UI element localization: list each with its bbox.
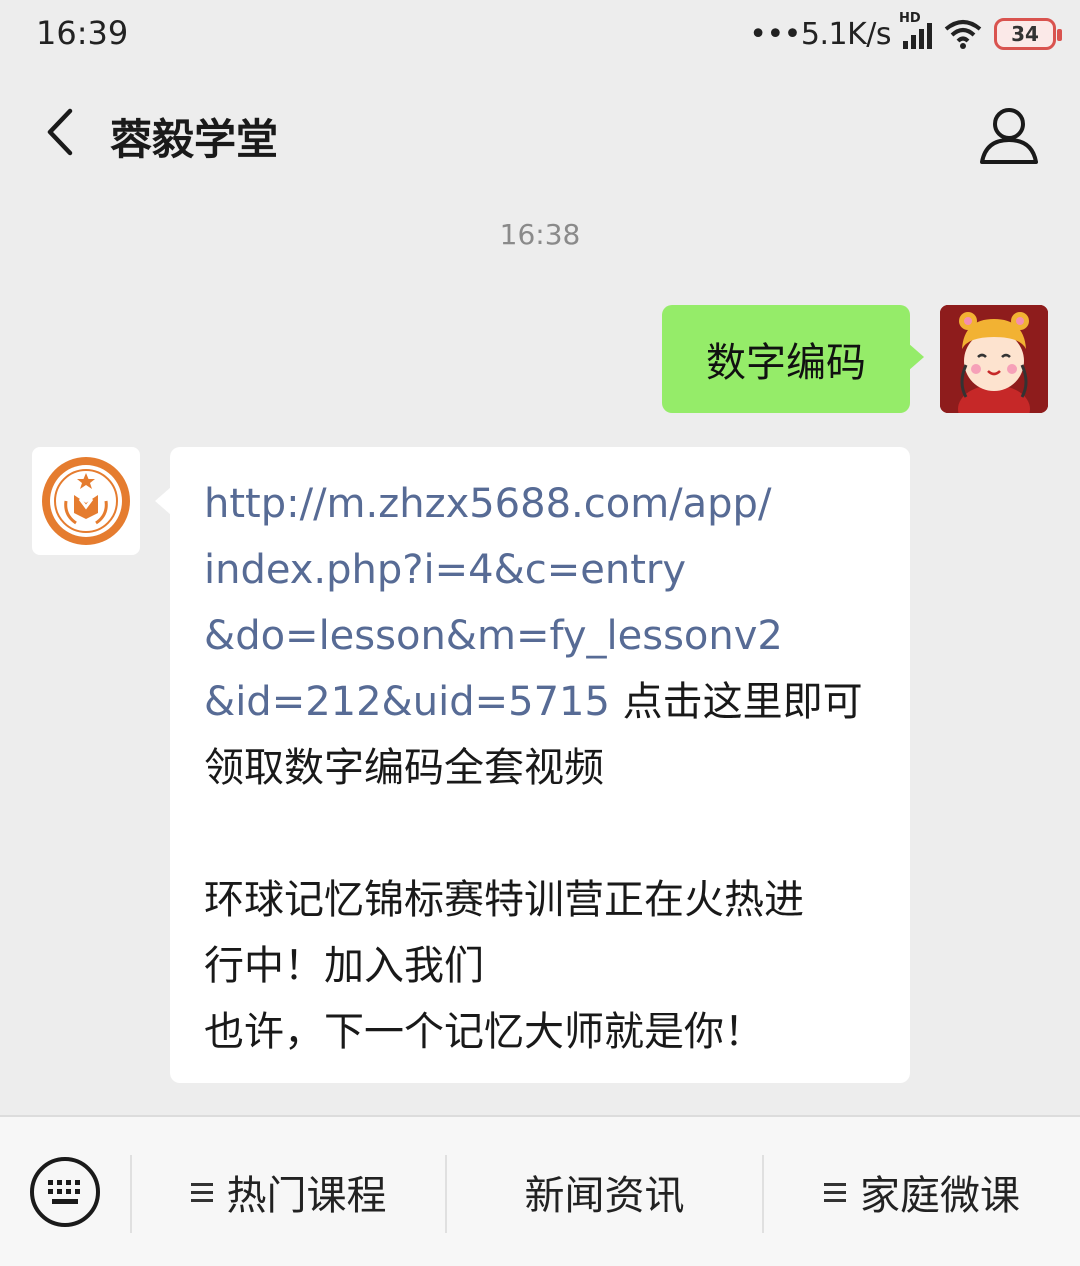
- signal-icon: HD: [899, 11, 932, 49]
- cartoon-girl-avatar-icon: [940, 305, 1048, 413]
- menu-list-icon: [824, 1182, 846, 1202]
- my-avatar[interactable]: [940, 305, 1048, 413]
- keyboard-toggle-button[interactable]: [28, 1155, 102, 1229]
- person-icon: [980, 108, 1038, 164]
- chat-timestamp: 16:38: [499, 218, 581, 251]
- bottom-menu-bar: 热门课程 新闻资讯 家庭微课: [0, 1115, 1080, 1266]
- page-title: 蓉毅学堂: [110, 115, 279, 164]
- network-speed-text: 5.1K/s: [800, 16, 892, 52]
- menu-item-label: 新闻资讯: [524, 1173, 685, 1219]
- message-line-8: 也许，下一个记忆大师就是你！: [204, 1009, 764, 1055]
- menu-item-hot-courses[interactable]: 热门课程: [132, 1147, 445, 1237]
- official-account-avatar[interactable]: [32, 447, 140, 555]
- nav-bar: 蓉毅学堂: [0, 80, 1080, 190]
- menu-item-label: 家庭微课: [860, 1173, 1020, 1219]
- battery-level: 34: [1011, 22, 1039, 46]
- network-speed: •••5.1K/s: [749, 17, 891, 52]
- status-bar: 16:39 •••5.1K/s HD 34: [0, 0, 1080, 70]
- incoming-message-bubble: http://m.zhzx5688.com/app/ index.php?i=4…: [155, 447, 910, 1083]
- status-indicators: •••5.1K/s HD 34: [749, 11, 1062, 56]
- status-time: 16:39: [36, 14, 129, 52]
- message-line-7: 行中！加入我们: [204, 943, 484, 989]
- outgoing-message-text: 数字编码: [706, 340, 866, 386]
- school-logo-icon: [42, 457, 130, 545]
- outgoing-message-bubble[interactable]: 数字编码: [662, 305, 924, 413]
- profile-button[interactable]: [976, 102, 1042, 168]
- battery-icon: 34: [994, 18, 1062, 50]
- keyboard-icon: [30, 1157, 100, 1227]
- message-line-5: 领取数字编码全套视频: [204, 745, 604, 791]
- message-link-line-3[interactable]: &do=lesson&m=fy_lessonv2: [204, 603, 880, 669]
- menu-item-label: 热门课程: [226, 1173, 387, 1219]
- menu-list-icon: [190, 1182, 213, 1202]
- message-link-line-2[interactable]: index.php?i=4&c=entry: [204, 537, 880, 603]
- message-link-line-4[interactable]: &id=212&uid=5715: [204, 679, 610, 725]
- menu-item-news[interactable]: 新闻资讯: [447, 1147, 762, 1237]
- message-link-line-1[interactable]: http://m.zhzx5688.com/app/: [204, 471, 880, 537]
- message-line-4: &id=212&uid=5715 点击这里即可: [204, 669, 880, 735]
- message-line-6: 环球记忆锦标赛特训营正在火热进: [204, 877, 804, 923]
- chevron-left-icon: [47, 108, 73, 156]
- message-after-link-text: 点击这里即可: [609, 679, 863, 725]
- dots-icon: •••: [749, 16, 801, 52]
- hd-label: HD: [899, 11, 921, 26]
- wifi-icon: [944, 20, 982, 49]
- menu-item-family-microclass[interactable]: 家庭微课: [764, 1147, 1080, 1237]
- back-button[interactable]: [32, 104, 88, 160]
